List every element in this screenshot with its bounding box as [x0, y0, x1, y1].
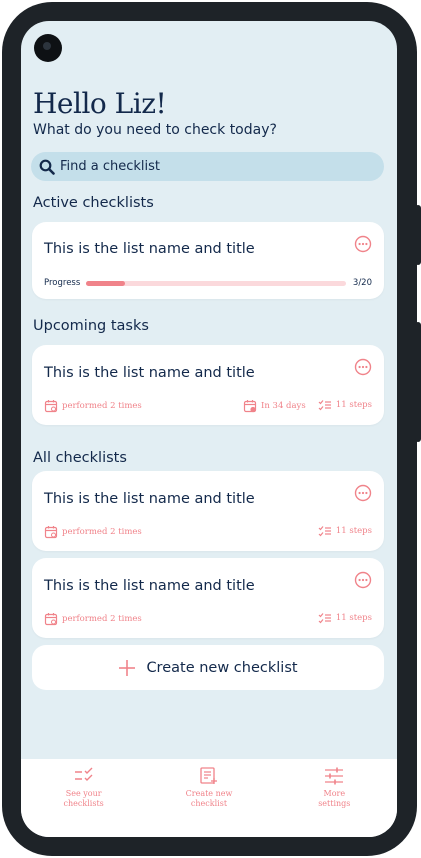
section-title-all: All checklists — [33, 450, 127, 466]
nav-label: Create new checklist — [185, 789, 233, 808]
progress-bar-fill — [86, 281, 125, 286]
search-icon — [39, 159, 55, 175]
create-checklist-button[interactable]: Create new checklist — [32, 645, 384, 690]
steps-count: 11 steps — [318, 612, 372, 624]
performed-text: performed 2 times — [62, 614, 142, 624]
due-text: In 34 days — [261, 401, 306, 411]
section-title-upcoming: Upcoming tasks — [33, 318, 149, 334]
checklist-steps-icon — [318, 613, 331, 624]
performed-count: performed 2 times — [44, 612, 142, 626]
steps-count: 11 steps — [318, 525, 372, 537]
due-date: In 34 days — [243, 399, 306, 413]
performed-text: performed 2 times — [62, 401, 142, 411]
power-button — [415, 322, 421, 442]
greeting-title: Hello Liz! — [33, 87, 167, 120]
nav-see-checklists[interactable]: See your checklists — [29, 767, 139, 837]
nav-create-checklist[interactable]: Create new checklist — [154, 767, 264, 837]
front-camera — [34, 34, 62, 62]
nav-label: More settings — [318, 789, 351, 808]
steps-count: 11 steps — [318, 399, 372, 411]
upcoming-task-card[interactable]: This is the list name and title performe… — [32, 345, 384, 425]
steps-text: 11 steps — [335, 400, 372, 410]
card-title: This is the list name and title — [44, 491, 255, 507]
steps-text: 11 steps — [335, 526, 372, 536]
settings-sliders-icon — [325, 767, 344, 785]
volume-button — [415, 205, 421, 265]
plus-icon — [119, 659, 136, 676]
performed-count: performed 2 times — [44, 525, 142, 539]
greeting-subtitle: What do you need to check today? — [33, 122, 277, 138]
checklist-card[interactable]: This is the list name and title performe… — [32, 471, 384, 551]
create-checklist-label: Create new checklist — [146, 659, 298, 676]
card-title: This is the list name and title — [44, 241, 255, 257]
more-options-icon[interactable] — [354, 358, 372, 376]
steps-text: 11 steps — [335, 613, 372, 623]
checklist-steps-icon — [318, 400, 331, 411]
card-title: This is the list name and title — [44, 365, 255, 381]
more-options-icon[interactable] — [354, 235, 372, 253]
checklist-card[interactable]: This is the list name and title performe… — [32, 558, 384, 638]
app-screen: Hello Liz! What do you need to check tod… — [21, 21, 397, 837]
progress-bar — [86, 281, 346, 286]
nav-more-settings[interactable]: More settings — [279, 767, 389, 837]
checklist-steps-icon — [318, 526, 331, 537]
search-bar[interactable] — [31, 152, 384, 181]
checklist-icon — [74, 767, 93, 781]
performed-text: performed 2 times — [62, 527, 142, 537]
more-options-icon[interactable] — [354, 571, 372, 589]
new-checklist-icon — [200, 767, 217, 784]
nav-label: See your checklists — [63, 789, 104, 808]
calendar-repeat-icon — [44, 613, 58, 626]
performed-count: performed 2 times — [44, 399, 142, 413]
more-options-icon[interactable] — [354, 484, 372, 502]
calendar-repeat-icon — [44, 400, 58, 413]
calendar-repeat-icon — [44, 526, 58, 539]
progress-count: 3/20 — [352, 278, 372, 288]
card-title: This is the list name and title — [44, 578, 255, 594]
section-title-active: Active checklists — [33, 195, 154, 211]
search-input[interactable] — [60, 159, 360, 174]
progress-label: Progress — [44, 278, 81, 288]
active-checklist-card[interactable]: This is the list name and title Progress… — [32, 222, 384, 299]
calendar-clock-icon — [243, 400, 257, 413]
bottom-navigation: See your checklists Create new checklist — [21, 759, 397, 837]
